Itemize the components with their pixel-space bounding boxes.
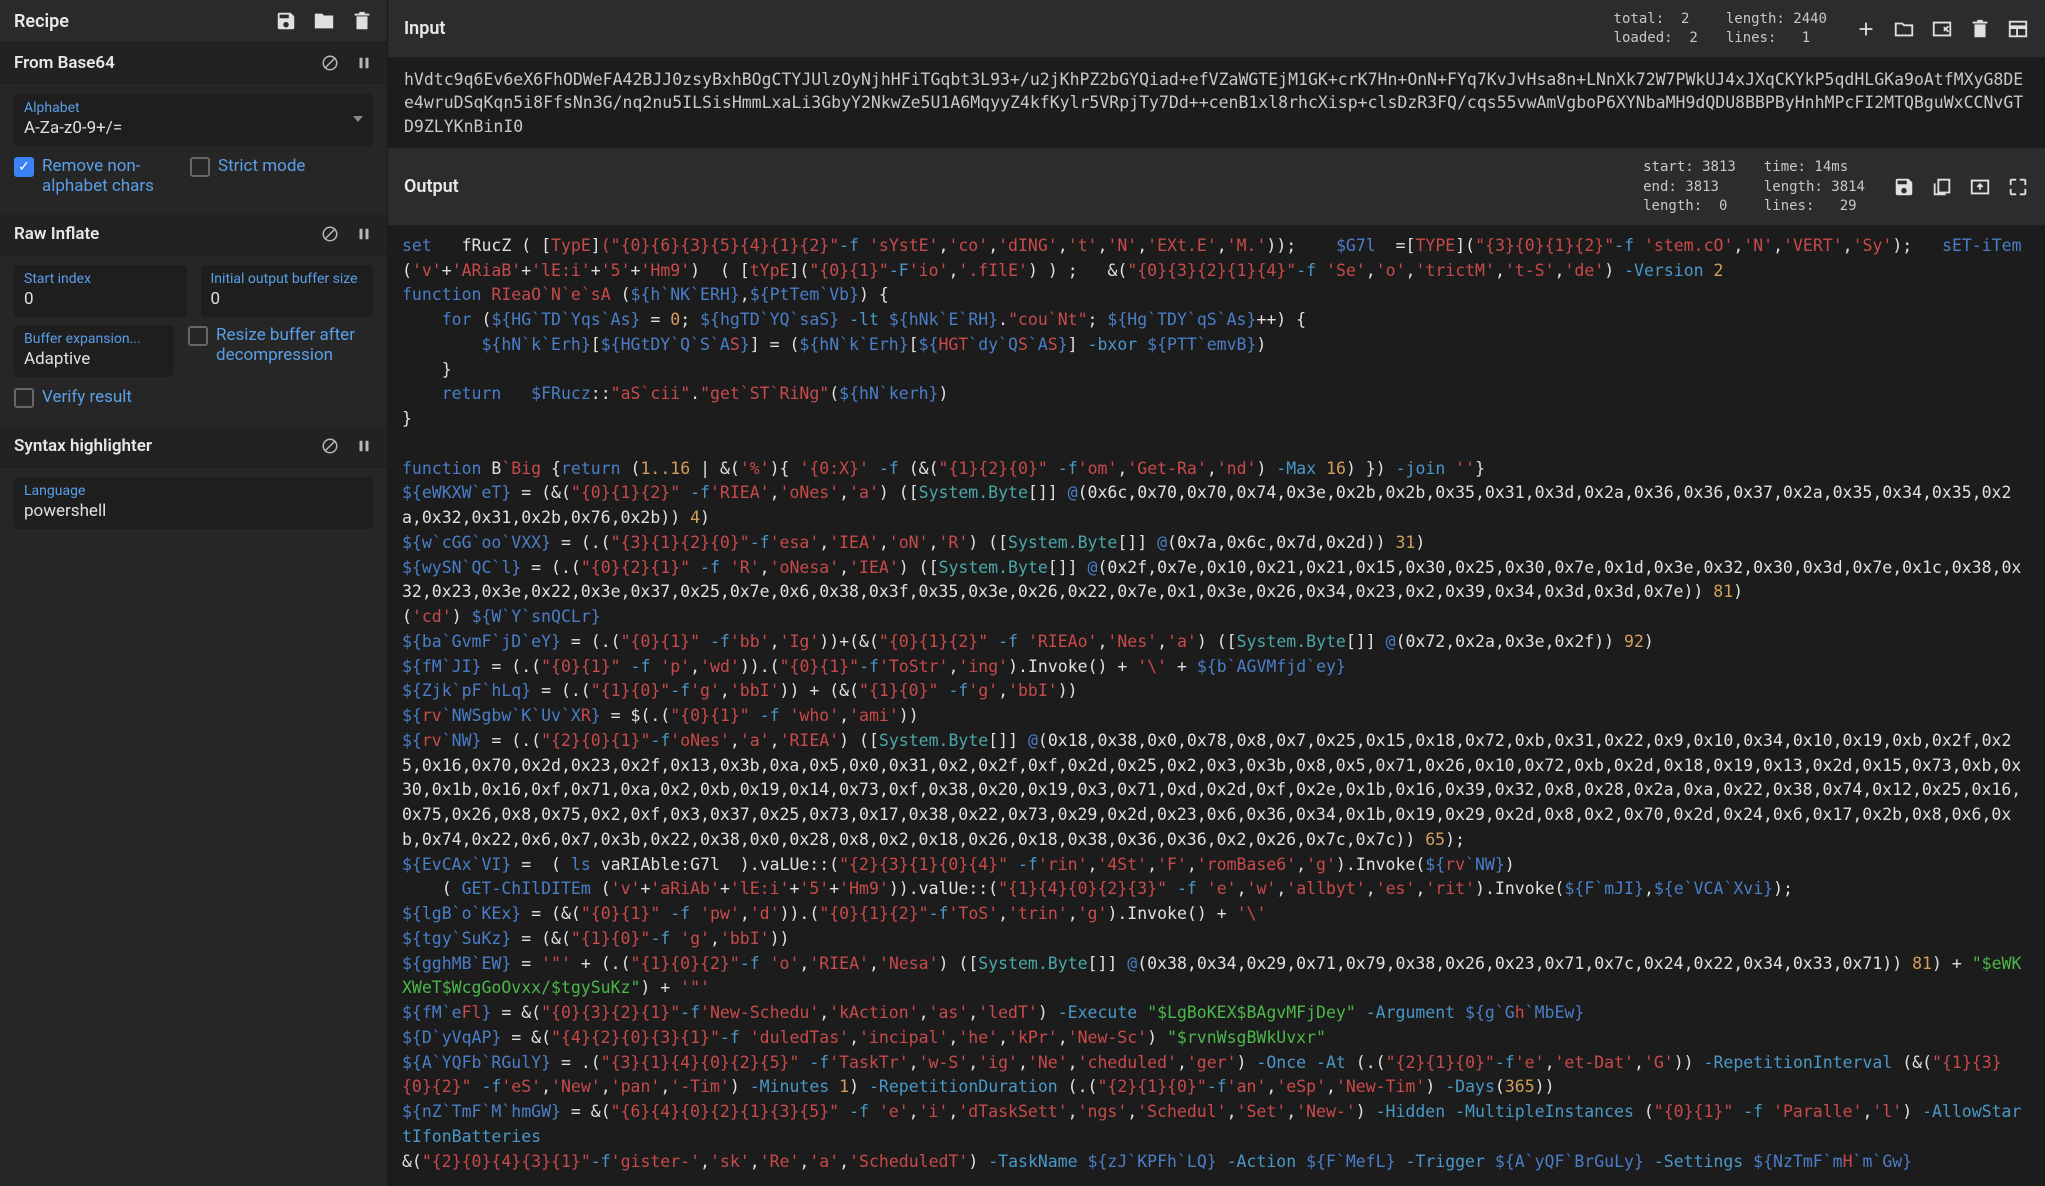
pause-icon[interactable] — [355, 437, 373, 455]
save-output-icon[interactable] — [1893, 176, 1915, 198]
open-folder-icon[interactable] — [1893, 18, 1915, 40]
op-body-base64: Alphabet A-Za-z0-9+/= ✓ Remove non-alpha… — [0, 84, 387, 214]
resize-buffer-checkbox[interactable]: Resize buffer after decompression — [188, 325, 373, 377]
trash-icon[interactable] — [351, 10, 373, 32]
input-stats-left: total: 2 loaded: 2 — [1614, 10, 1698, 47]
disable-icon[interactable] — [321, 437, 339, 455]
pause-icon[interactable] — [355, 225, 373, 243]
recipe-title: Recipe — [14, 11, 69, 32]
op-title: Raw Inflate — [14, 224, 99, 244]
save-icon[interactable] — [275, 10, 297, 32]
input-title: Input — [404, 18, 445, 39]
language-field[interactable]: Language powershell — [14, 477, 373, 529]
input-stats-right: length: 2440 lines: 1 — [1726, 10, 1827, 47]
open-file-icon[interactable] — [1931, 18, 1953, 40]
folder-icon[interactable] — [313, 10, 335, 32]
recipe-header: Recipe — [0, 0, 387, 43]
add-tab-icon[interactable] — [1855, 18, 1877, 40]
buffer-expansion-field[interactable]: Buffer expansion... Adaptive — [14, 325, 174, 377]
remove-nonalpha-checkbox[interactable]: ✓ Remove non-alphabet chars — [14, 156, 172, 196]
start-index-field[interactable]: Start index 0 — [14, 265, 187, 317]
op-body-inflate: Start index 0 Initial output buffer size… — [0, 255, 387, 426]
verify-result-checkbox[interactable]: Verify result — [14, 387, 132, 408]
op-header-syntax[interactable]: Syntax highlighter — [0, 426, 387, 467]
input-text[interactable]: hVdtc9q6Ev6eX6FhODWeFA42BJJ0zsyBxhBOgCTY… — [388, 58, 2045, 148]
clear-input-icon[interactable] — [1969, 18, 1991, 40]
strict-mode-checkbox[interactable]: Strict mode — [190, 156, 305, 196]
op-header-inflate[interactable]: Raw Inflate — [0, 214, 387, 255]
chevron-down-icon — [353, 116, 363, 122]
op-header-base64[interactable]: From Base64 — [0, 43, 387, 84]
input-header: Input total: 2 loaded: 2 length: 2440 li… — [388, 0, 2045, 58]
disable-icon[interactable] — [321, 225, 339, 243]
op-title: Syntax highlighter — [14, 436, 152, 456]
alphabet-label: Alphabet — [24, 100, 122, 116]
output-text[interactable]: set fRucZ ( [TypE]("{0}{6}{3}{5}{4}{1}{2… — [388, 226, 2045, 1186]
output-title: Output — [404, 176, 459, 197]
pause-icon[interactable] — [355, 54, 373, 72]
copy-output-icon[interactable] — [1931, 176, 1953, 198]
disable-icon[interactable] — [321, 54, 339, 72]
op-title: From Base64 — [14, 53, 115, 73]
output-stats-2: time: 14ms length: 3814 lines: 29 — [1764, 158, 1865, 215]
reset-layout-icon[interactable] — [2007, 18, 2029, 40]
output-header: Output start: 3813 end: 3813 length: 0 t… — [388, 148, 2045, 226]
alphabet-value: A-Za-z0-9+/= — [24, 118, 122, 138]
op-body-syntax: Language powershell — [0, 467, 387, 547]
alphabet-field[interactable]: Alphabet A-Za-z0-9+/= — [14, 94, 373, 146]
buffer-size-field[interactable]: Initial output buffer size 0 — [201, 265, 374, 317]
output-stats-1: start: 3813 end: 3813 length: 0 — [1643, 158, 1736, 215]
maximize-icon[interactable] — [2007, 176, 2029, 198]
move-output-icon[interactable] — [1969, 176, 1991, 198]
